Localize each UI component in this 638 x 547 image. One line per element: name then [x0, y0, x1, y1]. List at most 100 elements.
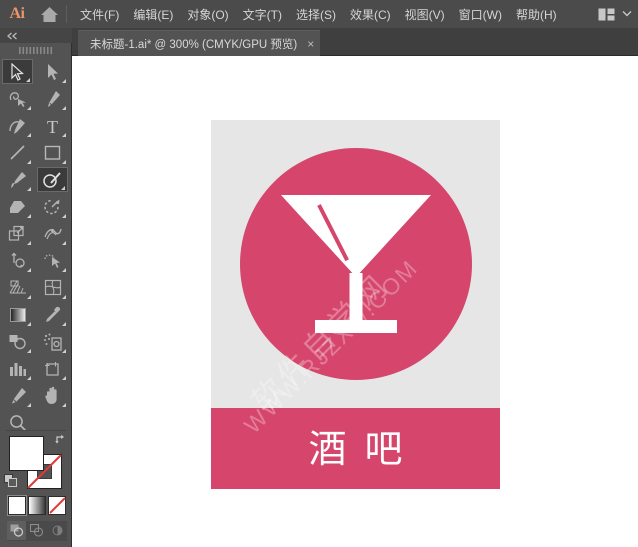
fill-swatch[interactable]	[9, 436, 44, 471]
menu-view[interactable]: 视图(V)	[398, 0, 452, 28]
direct-selection-tool[interactable]	[37, 59, 68, 84]
tool-corner-marker	[62, 268, 66, 272]
document-tab[interactable]: 未标题-1.ai* @ 300% (CMYK/GPU 预览) ×	[78, 30, 320, 56]
double-chevron-left-icon[interactable]	[6, 27, 20, 45]
tool-corner-marker	[62, 160, 66, 164]
home-icon[interactable]	[34, 0, 64, 28]
menu-help[interactable]: 帮助(H)	[509, 0, 564, 28]
draw-behind-mode[interactable]	[27, 521, 46, 540]
illustrator-window: Ai 文件(F) 编辑(E) 对象(O) 文字(T) 选择(S) 效果(C) 视…	[0, 0, 638, 547]
selection-tool[interactable]	[2, 59, 33, 84]
tool-corner-marker	[27, 241, 31, 245]
paintbrush-tool[interactable]	[2, 167, 33, 192]
tool-corner-marker	[62, 322, 66, 326]
magic-wand-tool[interactable]	[2, 86, 33, 111]
glass-base-shape	[315, 320, 397, 333]
menu-edit[interactable]: 编辑(E)	[126, 0, 180, 28]
menu-divider	[66, 5, 67, 23]
gradient-tool[interactable]	[2, 302, 33, 327]
tool-corner-marker	[62, 403, 66, 407]
tool-corner-marker	[26, 78, 30, 82]
tool-corner-marker	[27, 322, 31, 326]
tool-corner-marker	[27, 160, 31, 164]
tool-corner-marker	[27, 295, 31, 299]
app-logo-icon: Ai	[0, 0, 34, 28]
tool-corner-marker	[62, 349, 66, 353]
glass-bowl-shape	[281, 195, 431, 277]
line-segment-tool[interactable]	[2, 140, 33, 165]
tool-corner-marker	[27, 106, 31, 110]
eyedropper-tool[interactable]	[37, 302, 68, 327]
tools-panel: T	[0, 28, 72, 547]
rectangle-tool[interactable]	[37, 140, 68, 165]
drag-grip-icon[interactable]	[0, 43, 72, 57]
draw-inside-mode[interactable]	[48, 521, 67, 540]
menu-effect[interactable]: 效果(C)	[343, 0, 398, 28]
width-tool[interactable]	[37, 221, 68, 246]
tool-corner-marker	[27, 268, 31, 272]
document-tab-bar: 未标题-1.ai* @ 300% (CMYK/GPU 预览) ×	[72, 28, 638, 56]
shape-builder-tool[interactable]	[37, 248, 68, 273]
banner-text: 酒吧	[290, 430, 420, 468]
close-icon[interactable]: ×	[307, 38, 314, 50]
tool-corner-marker	[27, 403, 31, 407]
tool-corner-marker	[62, 295, 66, 299]
mesh-tool[interactable]	[37, 275, 68, 300]
perspective-grid-tool[interactable]	[2, 275, 33, 300]
tool-corner-marker	[27, 349, 31, 353]
tool-corner-marker	[61, 186, 65, 190]
color-mode-gradient[interactable]	[28, 496, 46, 515]
symbol-sprayer-tool[interactable]	[37, 329, 68, 354]
scale-tool[interactable]	[2, 221, 33, 246]
menu-window[interactable]: 窗口(W)	[452, 0, 509, 28]
tool-corner-marker	[27, 214, 31, 218]
shaper-tool[interactable]	[37, 167, 68, 192]
column-graph-tool[interactable]	[2, 356, 33, 381]
color-mode-row	[8, 496, 66, 516]
tool-corner-marker	[62, 106, 66, 110]
artboard-tool[interactable]	[37, 356, 68, 381]
artboard[interactable]: 酒吧 软件自学网 WWW.RJZXW.COM	[211, 120, 500, 489]
tool-corner-marker	[62, 214, 66, 218]
panel-divider	[6, 430, 66, 431]
draw-normal-mode[interactable]	[7, 521, 26, 540]
color-controls	[0, 428, 72, 547]
canvas-area[interactable]: 酒吧 软件自学网 WWW.RJZXW.COM	[72, 56, 638, 547]
free-transform-tool[interactable]	[2, 248, 33, 273]
menu-object[interactable]: 对象(O)	[180, 0, 235, 28]
hand-tool[interactable]	[37, 383, 68, 408]
tools-panel-header[interactable]	[0, 28, 72, 43]
menu-items: 文件(F) 编辑(E) 对象(O) 文字(T) 选择(S) 效果(C) 视图(V…	[73, 0, 564, 28]
glass-stem-shape	[349, 273, 362, 320]
tool-corner-marker	[27, 187, 31, 191]
cocktail-glass-icon[interactable]	[281, 195, 431, 333]
menu-type[interactable]: 文字(T)	[236, 0, 289, 28]
slice-tool[interactable]	[2, 383, 33, 408]
tool-corner-marker	[62, 133, 66, 137]
color-mode-none[interactable]	[48, 496, 66, 515]
menu-bar-right	[598, 0, 632, 28]
tool-corner-marker	[62, 241, 66, 245]
tool-corner-marker	[62, 79, 66, 83]
chevron-down-icon[interactable]	[622, 9, 632, 19]
menu-file[interactable]: 文件(F)	[73, 0, 126, 28]
eraser-tool[interactable]	[2, 194, 33, 219]
menu-select[interactable]: 选择(S)	[289, 0, 343, 28]
document-tab-label: 未标题-1.ai* @ 300% (CMYK/GPU 预览)	[90, 36, 297, 52]
menu-bar: Ai 文件(F) 编辑(E) 对象(O) 文字(T) 选择(S) 效果(C) 视…	[0, 0, 638, 28]
blend-tool[interactable]	[2, 329, 33, 354]
label-banner[interactable]: 酒吧	[211, 408, 500, 489]
arrange-documents-icon[interactable]	[598, 8, 615, 21]
color-mode-solid[interactable]	[8, 496, 26, 515]
pen-tool[interactable]	[37, 86, 68, 111]
draw-mode-row	[7, 521, 67, 541]
default-fill-stroke-icon[interactable]	[4, 474, 18, 493]
tool-corner-marker	[62, 376, 66, 380]
tool-corner-marker	[27, 376, 31, 380]
curvature-tool[interactable]	[2, 113, 33, 138]
swap-fill-stroke-icon[interactable]	[54, 432, 67, 450]
tools-grid: T	[0, 58, 72, 436]
type-tool[interactable]: T	[37, 113, 68, 138]
rotate-tool[interactable]	[37, 194, 68, 219]
svg-text:T: T	[47, 117, 58, 135]
